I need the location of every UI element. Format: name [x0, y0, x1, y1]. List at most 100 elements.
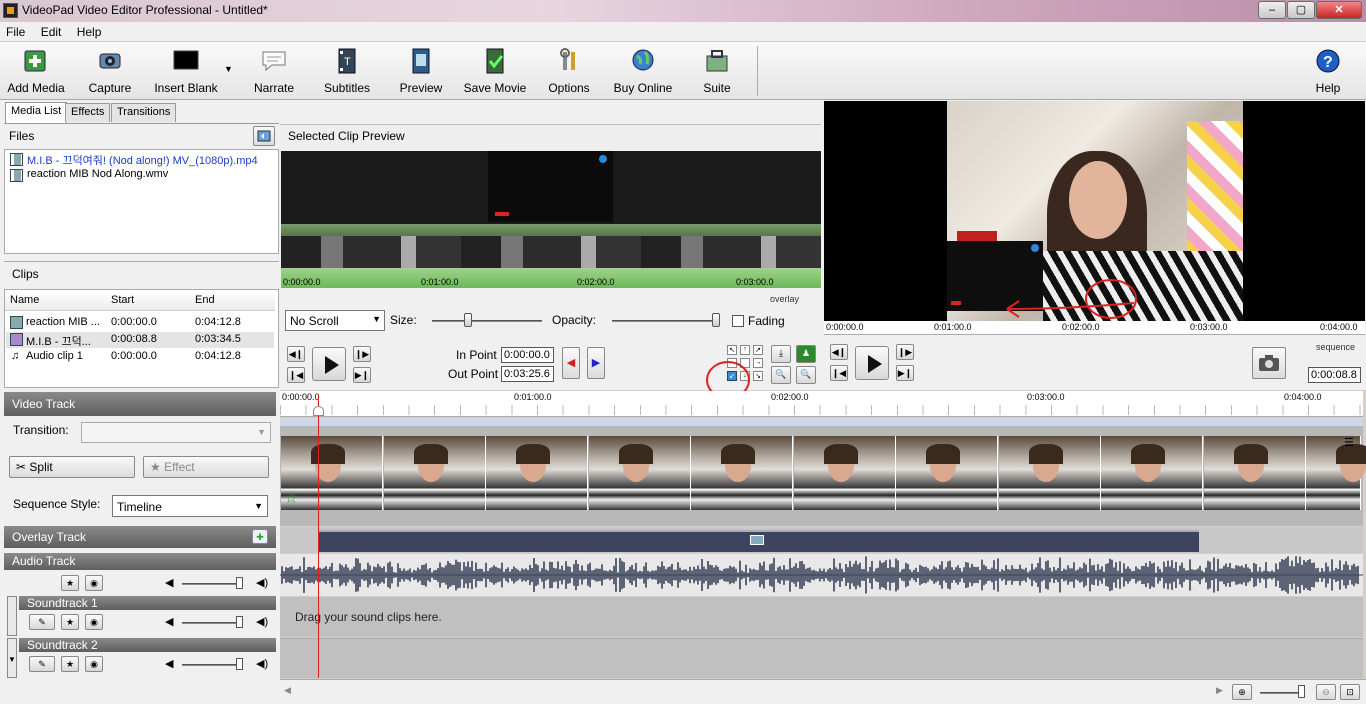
audio-star-icon[interactable]: ★: [61, 575, 79, 591]
seq-go-start-button[interactable]: ❙◀: [830, 365, 848, 381]
files-menu-button[interactable]: [253, 126, 275, 146]
column-start[interactable]: Start: [111, 294, 134, 306]
options-button[interactable]: Options: [546, 48, 592, 95]
go-end-button[interactable]: ▶❙: [353, 367, 371, 383]
column-name[interactable]: Name: [10, 294, 39, 306]
capture-button[interactable]: Capture: [86, 48, 134, 95]
clip-row[interactable]: ♫ Audio clip 1 0:00:00.0 0:04:12.8: [6, 349, 274, 365]
timeline-zoom-out-icon[interactable]: ⊖: [1316, 684, 1336, 700]
position-top-left-icon[interactable]: ↖: [727, 345, 737, 355]
buy-online-button[interactable]: Buy Online: [612, 48, 674, 95]
sequence-time-field[interactable]: 0:00:08.8: [1308, 367, 1361, 383]
transition-select[interactable]: ▼: [81, 422, 271, 443]
soundtrack1-lane[interactable]: Drag your sound clips here.: [280, 597, 1363, 637]
fading-checkbox[interactable]: [732, 315, 744, 327]
seq-prev-frame-button[interactable]: ◀❙: [830, 344, 848, 360]
scroll-left-icon[interactable]: ◀: [284, 685, 291, 696]
menu-edit[interactable]: Edit: [35, 22, 68, 39]
tab-media-list[interactable]: Media List: [5, 102, 68, 123]
position-right-icon[interactable]: →: [753, 358, 763, 368]
person-icon[interactable]: ♟: [796, 345, 816, 363]
effect-button[interactable]: ★ Effect: [143, 456, 269, 478]
set-in-point-button[interactable]: ◀: [562, 347, 580, 379]
timeline-ruler[interactable]: 0:00:00.0 0:01:00.0 0:02:00.0 0:03:00.0 …: [280, 391, 1363, 417]
soundtrack2-volume-thumb[interactable]: [236, 658, 243, 670]
timeline-zoom-in-icon[interactable]: ⊕: [1232, 684, 1252, 700]
snapshot-button[interactable]: [1252, 347, 1286, 379]
soundtrack1-volume-slider[interactable]: [182, 622, 242, 624]
minimize-button[interactable]: –: [1258, 1, 1286, 19]
next-frame-button[interactable]: ❙▶: [353, 346, 371, 362]
size-slider-thumb[interactable]: [464, 313, 473, 327]
position-top-right-icon[interactable]: ↗: [753, 345, 763, 355]
suite-button[interactable]: Suite: [698, 48, 736, 95]
in-point-field[interactable]: 0:00:00.0: [501, 347, 554, 363]
menu-help[interactable]: Help: [71, 22, 108, 39]
position-bottom-right-icon[interactable]: ↘: [753, 371, 763, 381]
position-top-icon[interactable]: ↑: [740, 345, 750, 355]
audio-track-lane[interactable]: [280, 554, 1363, 596]
zoom-out-icon[interactable]: 🔍: [771, 366, 791, 384]
timeline-zoom-slider[interactable]: [1260, 692, 1300, 694]
help-button[interactable]: ? Help: [1310, 48, 1346, 95]
sequence-play-button[interactable]: [855, 346, 889, 380]
subtitles-button[interactable]: T Subtitles: [322, 48, 372, 95]
clip-row[interactable]: M.I.B - 끄덕... 0:00:08.8 0:03:34.5: [6, 332, 274, 348]
size-slider[interactable]: [432, 320, 542, 322]
prev-frame-button[interactable]: ◀❙: [287, 346, 305, 362]
close-button[interactable]: ✕: [1316, 1, 1362, 19]
audio-volume-slider[interactable]: [182, 583, 242, 585]
playhead-handle[interactable]: [313, 406, 324, 416]
soundtrack1-solo-icon[interactable]: ◉: [85, 614, 103, 630]
go-start-button[interactable]: ❙◀: [287, 367, 305, 383]
clip-row[interactable]: reaction MIB ... 0:00:00.0 0:04:12.8: [6, 315, 274, 331]
tab-effects[interactable]: Effects: [65, 103, 111, 122]
tab-transitions[interactable]: Transitions: [111, 103, 177, 122]
soundtrack2-volume-slider[interactable]: [182, 664, 242, 666]
preview-button[interactable]: Preview: [398, 48, 444, 95]
overlay-clip[interactable]: [318, 530, 1199, 552]
add-overlay-track-icon[interactable]: ✚: [252, 529, 268, 544]
scroll-right-icon[interactable]: ▶: [1216, 685, 1223, 696]
insert-clip-icon[interactable]: ⤓: [771, 345, 791, 363]
narrate-button[interactable]: Narrate: [252, 48, 296, 95]
soundtrack1-mute-icon[interactable]: ✎: [29, 614, 55, 630]
soundtrack1-star-icon[interactable]: ★: [61, 614, 79, 630]
clip-menu-icon[interactable]: ☰: [1344, 436, 1354, 449]
soundtrack1-volume-thumb[interactable]: [236, 616, 243, 628]
split-button[interactable]: ✂ Split: [9, 456, 135, 478]
opacity-slider[interactable]: [612, 320, 718, 322]
timeline-scrollbar[interactable]: ◀ ▶ ⊕ ⊖ ⊡: [280, 679, 1366, 704]
timeline-zoom-thumb[interactable]: [1298, 685, 1305, 698]
insert-blank-button[interactable]: Insert Blank: [152, 48, 220, 95]
seq-go-end-button[interactable]: ▶❙: [896, 365, 914, 381]
scroll-down-icon[interactable]: ▼: [7, 638, 17, 678]
audio-mute-icon[interactable]: ◉: [85, 575, 103, 591]
audio-volume-thumb[interactable]: [236, 577, 243, 589]
zoom-fit-icon[interactable]: ⊡: [1340, 684, 1360, 700]
insert-blank-dropdown-icon[interactable]: ▼: [224, 64, 233, 74]
soundtrack2-mute-icon[interactable]: ✎: [29, 656, 55, 672]
file-item[interactable]: M.I.B - 끄덕여줘! (Nod along!) MV_(1080p).mp…: [5, 152, 278, 168]
opacity-slider-thumb[interactable]: [711, 313, 720, 327]
soundtrack2-star-icon[interactable]: ★: [61, 656, 79, 672]
clip-preview-ruler[interactable]: 0:00:00.0 0:01:00.0 0:02:00.0 0:03:00.0: [281, 268, 821, 288]
playhead[interactable]: [318, 396, 319, 678]
save-movie-button[interactable]: Save Movie: [462, 48, 528, 95]
clip-play-button[interactable]: [312, 347, 346, 381]
soundtrack2-solo-icon[interactable]: ◉: [85, 656, 103, 672]
zoom-in-icon[interactable]: 🔍: [796, 366, 816, 384]
maximize-button[interactable]: ▢: [1287, 1, 1315, 19]
sequence-style-select[interactable]: Timeline ▼: [112, 495, 268, 517]
sequence-preview-ruler[interactable]: 0:00:00.0 0:01:00.0 0:02:00.0 0:03:00.0 …: [824, 321, 1365, 335]
out-point-field[interactable]: 0:03:25.6: [501, 366, 554, 382]
scroll-select[interactable]: No Scroll ▼: [285, 310, 385, 331]
column-end[interactable]: End: [195, 294, 215, 306]
file-item[interactable]: reaction MIB Nod Along.wmv: [5, 168, 278, 184]
files-list[interactable]: M.I.B - 끄덕여줘! (Nod along!) MV_(1080p).mp…: [4, 149, 279, 254]
soundtrack2-lane[interactable]: [280, 638, 1363, 678]
seq-next-frame-button[interactable]: ❙▶: [896, 344, 914, 360]
set-out-point-button[interactable]: ▶: [587, 347, 605, 379]
menu-file[interactable]: File: [0, 22, 31, 39]
add-media-button[interactable]: Add Media: [6, 48, 66, 95]
